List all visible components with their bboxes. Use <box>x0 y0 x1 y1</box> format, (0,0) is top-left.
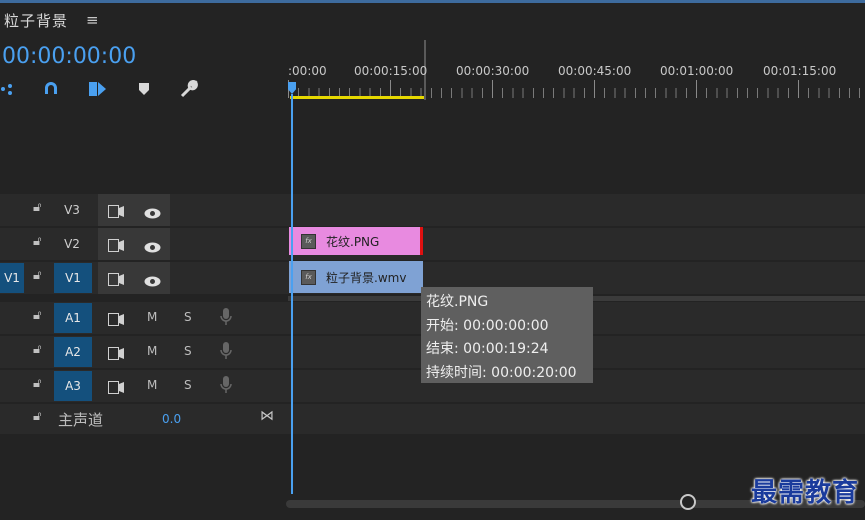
lock-icon[interactable]: 🔓︎ <box>33 342 41 357</box>
film-icon[interactable] <box>108 345 124 364</box>
master-volume-value[interactable]: 0.0 <box>162 412 181 426</box>
microphone-icon[interactable] <box>220 308 232 330</box>
fx-badge-icon: fx <box>301 269 316 285</box>
track-label-a2[interactable]: A2 <box>54 337 92 367</box>
fx-badge-icon: fx <box>301 233 316 249</box>
track-header-a1: 🔓︎ A1 M S <box>0 302 288 334</box>
film-icon[interactable] <box>108 311 124 330</box>
track-header-master: 🔓︎ 主声道 0.0 ⋈ <box>0 404 288 434</box>
wrench-icon[interactable] <box>178 78 200 100</box>
snap-icon[interactable] <box>0 78 18 100</box>
solo-button[interactable]: S <box>184 344 192 358</box>
panel-tab-bar <box>0 3 865 36</box>
work-area-bar[interactable] <box>290 96 424 99</box>
track-label-v3[interactable]: V3 <box>60 195 84 225</box>
lock-icon[interactable]: 🔓︎ <box>33 200 41 215</box>
lock-icon[interactable]: 🔓︎ <box>33 268 41 283</box>
zoom-handle[interactable] <box>680 494 696 510</box>
linked-selection-icon[interactable] <box>86 78 108 100</box>
lock-icon[interactable]: 🔓︎ <box>33 409 41 424</box>
hamburger-menu-icon[interactable]: ≡ <box>86 11 99 29</box>
ruler-label: 00:01:15:00 <box>763 64 837 78</box>
playhead-timecode[interactable]: 00:00:00:00 <box>2 44 136 69</box>
track-header-spacer <box>0 100 288 190</box>
track-header-v2: 🔓︎ V2 <box>0 228 288 260</box>
timeline-track-master[interactable] <box>288 404 865 434</box>
solo-button[interactable]: S <box>184 310 192 324</box>
lock-icon[interactable]: 🔓︎ <box>33 376 41 391</box>
marker-icon[interactable] <box>133 78 155 100</box>
track-label-v2[interactable]: V2 <box>60 229 84 259</box>
watermark-text: 最需教育 <box>750 478 859 508</box>
sequence-tab-title[interactable]: 粒子背景 <box>4 10 68 31</box>
eye-icon[interactable] <box>144 238 161 257</box>
mute-button[interactable]: M <box>147 378 157 392</box>
film-icon[interactable] <box>108 237 124 256</box>
master-track-label: 主声道 <box>58 411 104 429</box>
clip-v1[interactable]: fx 粒子背景.wmv <box>289 261 423 293</box>
clip-v2[interactable]: fx 花纹.PNG <box>289 227 423 255</box>
ruler-label: 00:00:15:00 <box>354 64 428 78</box>
master-clip-icon[interactable]: ⋈ <box>260 408 274 424</box>
clip-name: 粒子背景.wmv <box>326 270 407 285</box>
clip-name: 花纹.PNG <box>326 234 380 249</box>
track-header-a3: 🔓︎ A3 M S <box>0 370 288 402</box>
tooltip-end: 结束: 00:00:19:24 <box>426 341 549 357</box>
mute-button[interactable]: M <box>147 310 157 324</box>
tooltip-clip-name: 花纹.PNG <box>426 294 489 310</box>
eye-icon[interactable] <box>144 272 161 291</box>
mute-button[interactable]: M <box>147 344 157 358</box>
magnet-icon[interactable] <box>40 78 62 100</box>
clip-tooltip: 花纹.PNG 开始: 00:00:00:00 结束: 00:00:19:24 持… <box>421 287 593 383</box>
film-icon[interactable] <box>108 379 124 398</box>
playhead-line[interactable] <box>291 94 293 494</box>
timeline-track-v3[interactable] <box>288 194 865 226</box>
microphone-icon[interactable] <box>220 376 232 398</box>
tooltip-start: 开始: 00:00:00:00 <box>426 317 549 334</box>
track-header-v1: V1 🔓︎ V1 <box>0 262 288 294</box>
track-label-a3[interactable]: A3 <box>54 371 92 401</box>
track-header-v3: 🔓︎ V3 <box>0 194 288 226</box>
track-label-a1[interactable]: A1 <box>54 303 92 333</box>
ruler-label: 00:00:45:00 <box>558 64 632 78</box>
eye-icon[interactable] <box>144 204 161 223</box>
lock-icon[interactable]: 🔓︎ <box>33 234 41 249</box>
film-icon[interactable] <box>108 271 124 290</box>
source-target-v1[interactable]: V1 <box>0 263 24 293</box>
ruler-label: :00:00 <box>288 64 327 78</box>
tooltip-duration: 持续时间: 00:00:20:00 <box>426 364 577 381</box>
track-header-a2: 🔓︎ A2 M S <box>0 336 288 368</box>
lock-icon[interactable]: 🔓︎ <box>33 308 41 323</box>
microphone-icon[interactable] <box>220 342 232 364</box>
film-icon[interactable] <box>108 203 124 222</box>
track-label-v1[interactable]: V1 <box>54 263 92 293</box>
clip-end-edge[interactable] <box>420 227 423 255</box>
solo-button[interactable]: S <box>184 378 192 392</box>
ruler-label: 00:00:30:00 <box>456 64 530 78</box>
ruler-label: 00:01:00:00 <box>660 64 734 78</box>
